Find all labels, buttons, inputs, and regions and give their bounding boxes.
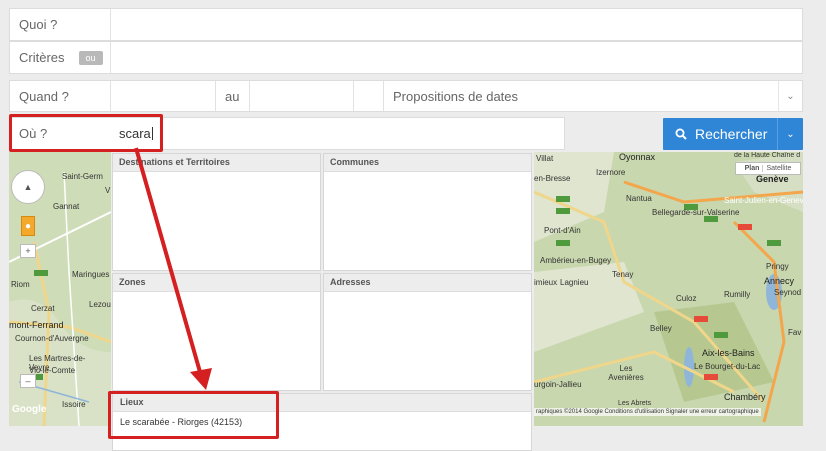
- ou-input[interactable]: scara: [110, 118, 564, 149]
- ou-input-highlight: [9, 114, 163, 152]
- criteres-label: Critères: [19, 50, 65, 65]
- quoi-input[interactable]: [111, 9, 802, 40]
- map-plan-button[interactable]: Plan: [742, 165, 763, 172]
- zoom-out-button[interactable]: –: [20, 374, 36, 388]
- map-footer: raphiques ©2014 Google Conditions d'util…: [534, 408, 761, 416]
- date-end-input[interactable]: [250, 81, 353, 111]
- google-logo: Google: [12, 404, 47, 415]
- zones-header: Zones: [113, 274, 320, 292]
- adresses-header: Adresses: [324, 274, 531, 292]
- chevron-down-icon[interactable]: ⌄: [778, 81, 802, 111]
- lieux-highlight: [108, 391, 279, 439]
- au-label: au: [225, 88, 240, 104]
- left-map[interactable]: ▲ ● + – Saint-Germ V Gannat Riom Maringu…: [9, 152, 111, 426]
- criteres-input[interactable]: [111, 42, 802, 73]
- search-icon: [675, 128, 687, 140]
- quand-row: Quand ? au Propositions de dates ⌄: [9, 80, 803, 112]
- quoi-row: Quoi ?: [9, 8, 803, 41]
- pegman-icon[interactable]: ●: [21, 216, 35, 236]
- date-start-input[interactable]: [111, 81, 215, 111]
- quoi-label: Quoi ?: [19, 17, 58, 32]
- communes-panel: Communes: [323, 153, 532, 271]
- right-map[interactable]: Plan Satellite Villat Oyonnax de la Haut…: [534, 152, 803, 426]
- zones-panel: Zones: [112, 273, 321, 391]
- ou-toggle-button[interactable]: ou: [78, 50, 103, 65]
- criteres-row: Critères ou: [9, 41, 803, 74]
- search-button-label: Rechercher: [695, 126, 768, 142]
- map-satellite-button[interactable]: Satellite: [762, 165, 794, 172]
- destinations-panel: Destinations et Territoires: [112, 153, 321, 271]
- adresses-panel: Adresses: [323, 273, 532, 391]
- communes-header: Communes: [324, 154, 531, 172]
- criteres-cell: Critères ou: [10, 42, 110, 73]
- search-options-chevron-icon[interactable]: ⌄: [777, 118, 803, 150]
- zoom-in-button[interactable]: +: [20, 244, 36, 258]
- quand-label: Quand ?: [19, 88, 69, 104]
- destinations-header: Destinations et Territoires: [113, 154, 320, 172]
- search-button[interactable]: Rechercher ⌄: [663, 118, 803, 150]
- map-pan-control[interactable]: ▲: [11, 170, 45, 204]
- propositions-dates-select[interactable]: Propositions de dates: [384, 81, 774, 111]
